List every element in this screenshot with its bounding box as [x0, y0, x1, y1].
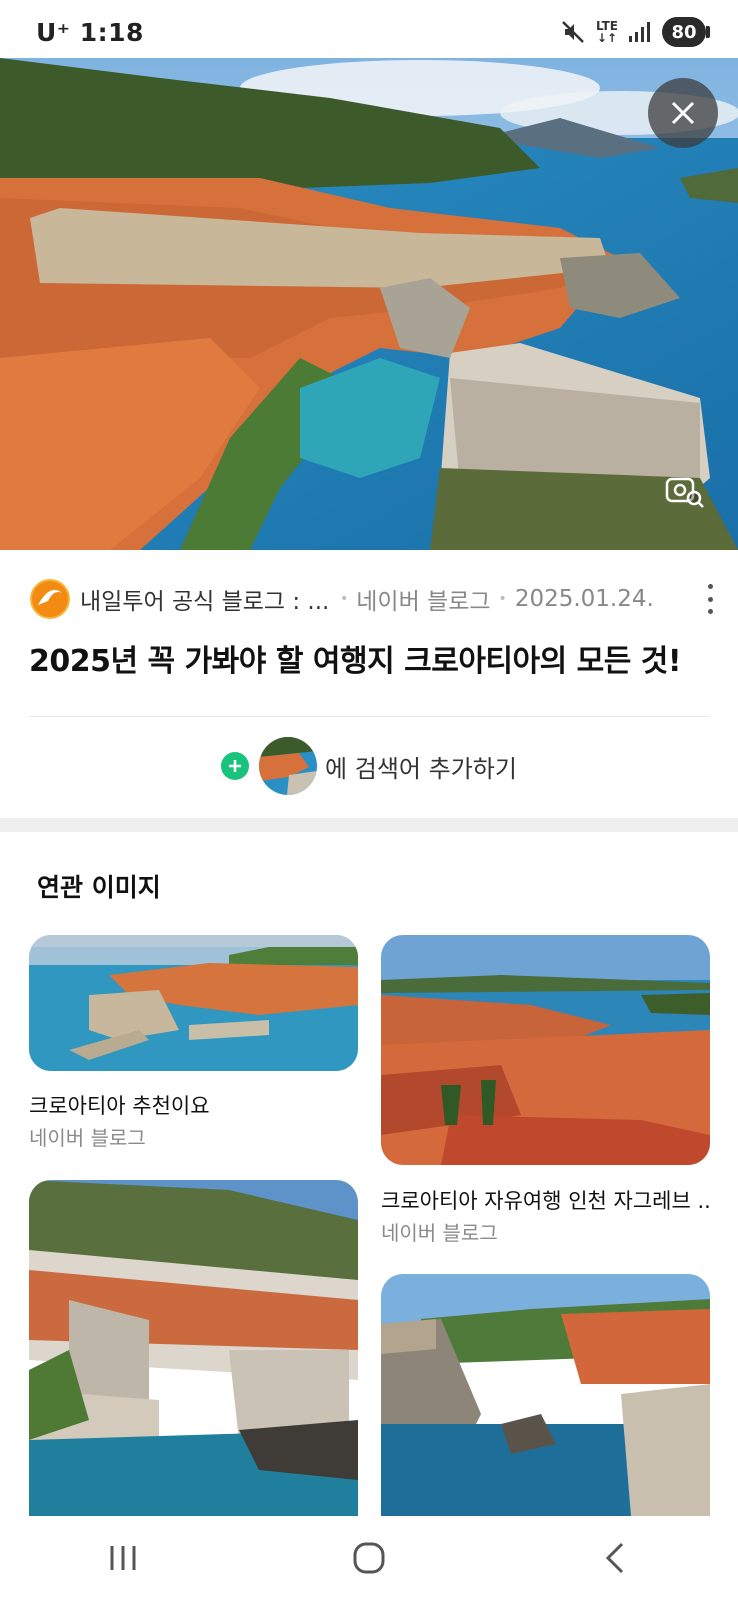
source-row[interactable]: 내일투어 공식 블로그 : ... • 네이버 블로그 • 2025.01.24… [30, 578, 720, 620]
status-icons: LTE ↓↑ 80 [560, 16, 710, 48]
close-icon [671, 101, 695, 125]
recents-icon [110, 1546, 136, 1570]
mute-icon [560, 19, 586, 45]
related-source-2: 네이버 블로그 [381, 1221, 498, 1245]
image-search-icon [665, 477, 704, 508]
related-title-1[interactable]: 크로아티아 추천이요 [29, 1090, 358, 1120]
battery-indicator: 80 [662, 17, 710, 47]
related-source-1: 네이버 블로그 [29, 1126, 146, 1150]
add-search-term-button[interactable]: 에 검색어 추가하기 [0, 736, 738, 796]
source-name[interactable]: 내일투어 공식 블로그 : ... [80, 582, 332, 616]
image-search-button[interactable] [662, 468, 708, 514]
separator-dot: • [340, 591, 349, 607]
more-options-icon[interactable] [700, 584, 720, 614]
source-type: 네이버 블로그 [356, 589, 491, 615]
related-title-2[interactable]: 크로아티아 자유여행 인천 자그레브 ... [381, 1185, 710, 1215]
blog-logo-icon [30, 579, 70, 619]
signal-icon [628, 21, 652, 43]
related-image-4[interactable] [381, 1274, 710, 1516]
network-label: LTE [595, 19, 618, 33]
result-title[interactable]: 2025년 꼭 가봐야 할 여행지 크로아티아의 모든 것! [29, 636, 682, 680]
related-images-heading: 연관 이미지 [37, 873, 161, 902]
home-icon [353, 1542, 385, 1574]
back-button[interactable] [575, 1528, 655, 1588]
home-button[interactable] [329, 1528, 409, 1588]
source-date: 2025.01.24. [514, 586, 654, 612]
separator-dot: • [498, 591, 507, 607]
related-image-2[interactable] [381, 935, 710, 1165]
related-image-3[interactable] [29, 1180, 358, 1516]
carrier-time: U⁺ 1:18 [36, 18, 144, 47]
divider [29, 716, 710, 717]
section-separator [0, 818, 738, 832]
system-nav-bar [0, 1516, 738, 1600]
lte-icon: LTE ↓↑ [595, 19, 618, 45]
recents-button[interactable] [83, 1528, 163, 1588]
hero-image[interactable] [0, 58, 738, 550]
status-bar: U⁺ 1:18 LTE ↓↑ 80 [0, 0, 738, 64]
search-thumbnail [259, 737, 318, 795]
close-button[interactable] [648, 78, 718, 148]
add-search-label: 에 검색어 추가하기 [325, 754, 517, 783]
back-icon [605, 1542, 624, 1574]
plus-icon [221, 752, 250, 780]
related-image-1[interactable] [29, 935, 358, 1071]
